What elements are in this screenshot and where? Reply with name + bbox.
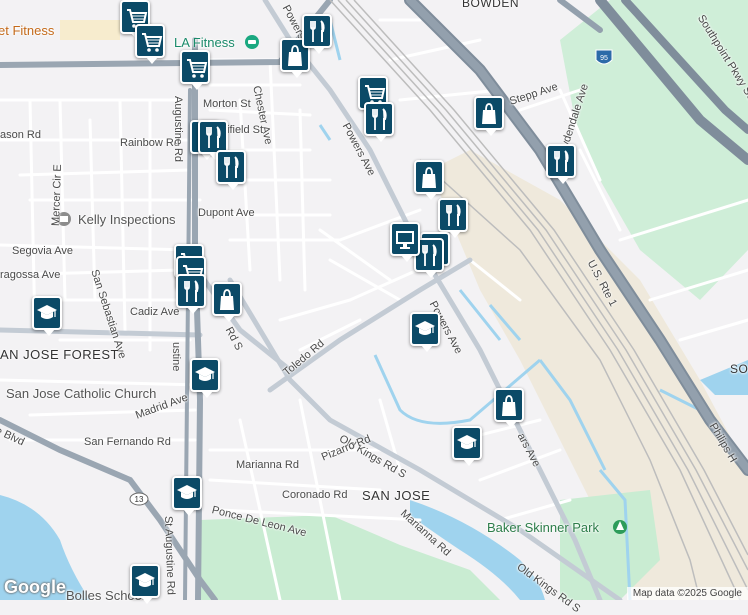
marianna-rd-1-label: Marianna Rd — [236, 459, 299, 471]
restaurant-icon — [372, 108, 387, 130]
school-pin[interactable] — [172, 476, 202, 516]
san-fernando-rd-label: San Fernando Rd — [84, 436, 171, 448]
restaurant-icon — [184, 280, 199, 302]
map-attribution[interactable]: Map data ©2025 Google — [626, 587, 748, 600]
ifield-st-label: ifield St — [227, 124, 264, 136]
shopping-bag-pin[interactable] — [474, 96, 504, 136]
morton-st-label: Morton St — [203, 98, 251, 110]
mercer-cir-label: Mercer Cir E — [49, 164, 65, 227]
restaurant-icon — [206, 126, 221, 148]
ragossa-ave-label: ragossa Ave — [0, 269, 61, 281]
san-jose-label: SAN JOSE — [362, 488, 431, 503]
restaurant-pin[interactable] — [198, 120, 228, 160]
shopping-bag-icon — [220, 289, 234, 310]
shopping-bag-pin[interactable] — [494, 388, 524, 428]
restaurant-pin[interactable] — [302, 14, 332, 54]
school-pin[interactable] — [130, 564, 160, 604]
route-95-label: 95 — [600, 55, 608, 62]
restaurant-icon — [446, 204, 461, 226]
la-fitness-label: LA Fitness — [174, 35, 235, 50]
san-jose-forest-label: AN JOSE FOREST — [0, 347, 119, 362]
baker-skinner-park-label: Baker Skinner Park — [487, 520, 599, 535]
baker-skinner-park-poi[interactable] — [613, 520, 627, 534]
route-95-shield: 95 — [595, 49, 613, 65]
san-jose-catholic-church-label: San Jose Catholic Church — [6, 386, 157, 401]
coronado-rd-label: Coronado Rd — [282, 489, 348, 501]
cadiz-ave-label: Cadiz Ave — [130, 306, 180, 318]
restaurant-pin[interactable] — [546, 144, 576, 184]
restaurant-icon — [310, 20, 325, 42]
fitness-left-poi — [60, 20, 120, 40]
school-pin[interactable] — [32, 296, 62, 336]
school-icon — [135, 573, 155, 587]
shopping-bag-icon — [502, 395, 516, 416]
restaurant-pin[interactable] — [216, 150, 246, 190]
monitor-pin[interactable] — [390, 222, 420, 262]
fitness-left-label: et Fitness — [0, 23, 55, 38]
school-icon — [457, 435, 477, 449]
shopping-cart-pin[interactable] — [180, 50, 210, 90]
google-logo: Google — [4, 577, 66, 597]
bowden-label: BOWDEN — [462, 0, 519, 10]
shopping-cart-icon — [142, 33, 163, 52]
monitor-icon — [396, 231, 414, 249]
restaurant-icon — [554, 150, 569, 172]
shopping-bag-icon — [482, 103, 496, 124]
augustine-rd-label: Augustine Rd — [172, 96, 184, 163]
shopping-cart-icon — [187, 59, 208, 78]
school-pin[interactable] — [190, 358, 220, 398]
shopping-cart-pin[interactable] — [135, 24, 165, 64]
school-icon — [37, 305, 57, 319]
sc-label: SO — [730, 362, 748, 376]
ustine-label: ustine — [170, 342, 182, 372]
shopping-bag-pin[interactable] — [212, 282, 242, 322]
la-fitness-poi[interactable] — [245, 35, 259, 49]
restaurant-pin[interactable] — [364, 102, 394, 142]
restaurant-pin[interactable] — [438, 198, 468, 238]
school-icon — [195, 367, 215, 381]
restaurant-icon — [224, 156, 239, 178]
school-icon — [177, 485, 197, 499]
route-13-label: 13 — [135, 495, 144, 504]
rainbow-rd-label: Rainbow Rd — [120, 137, 180, 149]
school-pin[interactable] — [452, 426, 482, 466]
route-13-shield: 13 — [129, 492, 149, 506]
restaurant-pin[interactable] — [176, 274, 206, 314]
shopping-bag-icon — [422, 167, 436, 188]
school-pin[interactable] — [410, 312, 440, 352]
shopping-bag-pin[interactable] — [414, 160, 444, 200]
school-icon — [415, 321, 435, 335]
kelly-inspections-label: Kelly Inspections — [78, 212, 176, 227]
ason-rd-label: ason Rd — [0, 129, 41, 141]
dupont-ave-label: Dupont Ave — [198, 207, 255, 219]
segovia-ave-label: Segovia Ave — [12, 245, 73, 257]
